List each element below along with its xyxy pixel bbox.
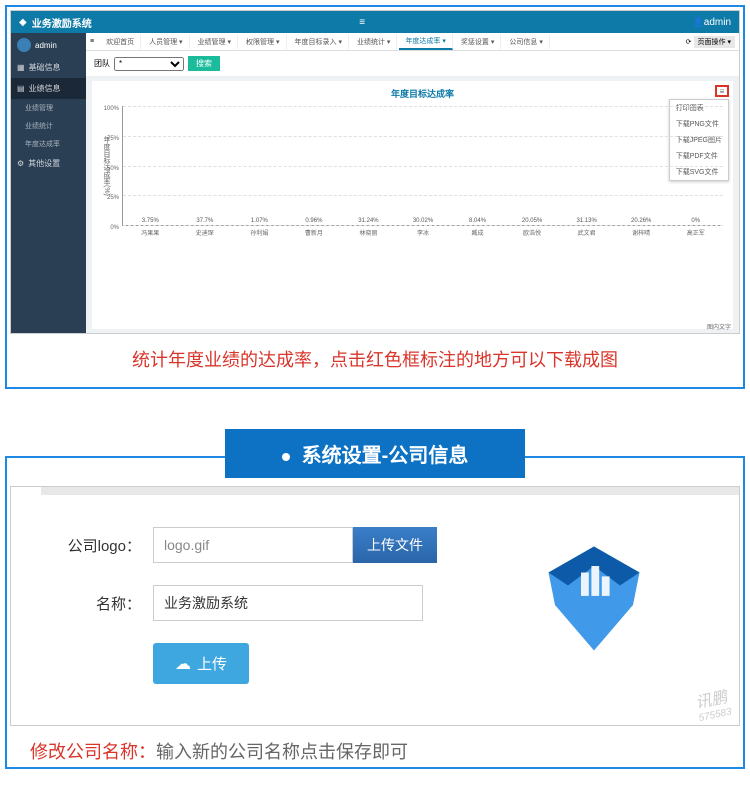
bar-category: 孙利娟	[250, 228, 268, 237]
bar-3[interactable]: 0.96%曹新月	[287, 218, 342, 225]
caption-2: 修改公司名称：输入新的公司名称点击保存即可	[10, 726, 740, 764]
ytick: 75%	[101, 136, 119, 142]
ytick: 25%	[101, 195, 119, 201]
bar-category: 臧成	[472, 228, 484, 237]
sidebar-sub-stats[interactable]: 业绩统计	[11, 117, 86, 135]
upload-button[interactable]: ☁ 上传	[153, 643, 249, 684]
bar-value: 31.24%	[358, 218, 378, 224]
chart-legend: 图内文字	[707, 322, 731, 331]
list-icon: ▤	[17, 84, 25, 93]
app-title: 业务激励系统	[32, 15, 360, 30]
bar-5[interactable]: 30.02%李冰	[396, 218, 451, 225]
bar-value: 37.7%	[196, 218, 213, 224]
caption-1: 统计年度业绩的达成率，点击红色框标注的地方可以下载成图	[10, 334, 740, 384]
bar-category: 李冰	[417, 228, 429, 237]
sidebar-item-basic[interactable]: ▦ 基础信息	[11, 57, 86, 78]
chart-area: 年度目标达成率 ≡ 打印图表 下载PNG文件 下载JPEG图片 下载PDF文件 …	[92, 81, 733, 329]
sidebar-item-other[interactable]: ⚙ 其他设置	[11, 153, 86, 174]
sidebar-sub-manage[interactable]: 业绩管理	[11, 99, 86, 117]
bar-category: 史迪琛	[196, 228, 214, 237]
gear-icon: ⚙	[17, 159, 24, 168]
bar-6[interactable]: 8.04%臧成	[450, 218, 505, 225]
sidebar-username: admin	[35, 41, 57, 50]
bar-category: 谢梓晴	[632, 228, 650, 237]
name-label: 名称：	[51, 593, 141, 614]
bar-value: 30.02%	[413, 218, 433, 224]
sidebar-sub-rate[interactable]: 年度达成率	[11, 135, 86, 153]
tab-permission[interactable]: 权限管理 ▾	[240, 35, 286, 49]
bar-value: 1.07%	[251, 218, 268, 224]
upload-file-button[interactable]: 上传文件	[353, 527, 437, 563]
tab-personnel[interactable]: 人员管理 ▾	[143, 35, 189, 49]
sidebar-label: 基础信息	[29, 62, 61, 73]
topbar: ◆ 业务激励系统 ≡ 👤 admin	[11, 11, 739, 33]
bar-value: 31.13%	[576, 218, 596, 224]
tab-stats[interactable]: 业绩统计 ▾	[351, 35, 397, 49]
chart-title: 年度目标达成率	[122, 87, 723, 100]
bar-7[interactable]: 20.05%欧浩悦	[505, 218, 560, 225]
dot-icon	[282, 453, 290, 461]
settings-panel: 公司logo： 上传文件 名称： ☁ 上传 讯鹏575583	[10, 486, 740, 726]
page-op-button[interactable]: 页面操作 ▾	[694, 36, 735, 48]
bar-value: 0%	[691, 218, 700, 224]
tab-target[interactable]: 年度目标录入 ▾	[289, 35, 349, 49]
tab-rate[interactable]: 年度达成率 ▾	[399, 34, 452, 50]
sidebar-item-performance[interactable]: ▤ 业绩信息	[11, 78, 86, 99]
sidebar-label: 其他设置	[28, 158, 60, 169]
tab-perf-manage[interactable]: 业绩管理 ▾	[192, 35, 238, 49]
tab-company[interactable]: 公司信息 ▾	[503, 35, 549, 49]
logo-label: 公司logo：	[51, 535, 141, 556]
tab-welcome[interactable]: 欢迎首页	[100, 35, 141, 49]
bar-2[interactable]: 1.07%孙利娟	[232, 218, 287, 225]
grid-icon: ▦	[17, 63, 25, 72]
bar-category: 高正军	[687, 228, 705, 237]
tab-reward[interactable]: 奖惩设置 ▾	[455, 35, 501, 49]
filter-bar: 团队 * 搜索	[86, 51, 739, 77]
hamburger-icon[interactable]: ≡	[359, 17, 365, 28]
refresh-icon[interactable]: ⟳	[686, 38, 692, 46]
avatar-icon	[17, 38, 31, 52]
team-select[interactable]: *	[114, 57, 184, 71]
watermark: 讯鹏575583	[692, 683, 732, 724]
bar-10[interactable]: 0%高正军	[668, 218, 723, 225]
filter-label: 团队	[94, 58, 110, 69]
ytick: 0%	[101, 225, 119, 231]
avatar[interactable]: admin	[11, 33, 86, 57]
bar-9[interactable]: 20.26%谢梓晴	[614, 218, 669, 225]
sidebar-label: 业绩信息	[29, 83, 61, 94]
bar-value: 0.96%	[305, 218, 322, 224]
bar-value: 8.04%	[469, 218, 486, 224]
logo-icon: ◆	[19, 17, 27, 28]
ytick: 50%	[101, 166, 119, 172]
bar-category: 欧浩悦	[523, 228, 541, 237]
ytick: 100%	[101, 106, 119, 112]
bar-category: 曹新月	[305, 228, 323, 237]
bar-value: 3.75%	[142, 218, 159, 224]
user-name[interactable]: admin	[704, 17, 731, 28]
bar-1[interactable]: 37.7%史迪琛	[178, 218, 233, 225]
search-button[interactable]: 搜索	[188, 56, 220, 71]
cloud-upload-icon: ☁	[175, 654, 191, 674]
chart-plot: 年度目标达成率(%) 0%25%50%75%100%3.75%冯果果37.7%史…	[122, 106, 723, 226]
bar-0[interactable]: 3.75%冯果果	[123, 218, 178, 225]
hamburger-icon[interactable]: ≡	[90, 38, 94, 45]
logo-preview	[529, 527, 659, 657]
chart-menu-icon[interactable]: ≡	[715, 85, 729, 97]
tabs: ≡ 欢迎首页 人员管理 ▾ 业绩管理 ▾ 权限管理 ▾ 年度目标录入 ▾ 业绩统…	[86, 33, 739, 51]
bar-category: 林晓丽	[359, 228, 377, 237]
bar-category: 冯果果	[141, 228, 159, 237]
bar-8[interactable]: 31.13%武文君	[559, 218, 614, 225]
logo-input[interactable]	[153, 527, 353, 563]
user-icon[interactable]: 👤	[693, 17, 704, 28]
bar-value: 20.26%	[631, 218, 651, 224]
bar-category: 武文君	[578, 228, 596, 237]
bar-4[interactable]: 31.24%林晓丽	[341, 218, 396, 225]
sidebar: admin ▦ 基础信息 ▤ 业绩信息 业绩管理 业绩统计 年度达成率 ⚙ 其他…	[11, 33, 86, 333]
name-input[interactable]	[153, 585, 423, 621]
section2-title: 系统设置-公司信息	[225, 429, 525, 478]
bar-value: 20.05%	[522, 218, 542, 224]
